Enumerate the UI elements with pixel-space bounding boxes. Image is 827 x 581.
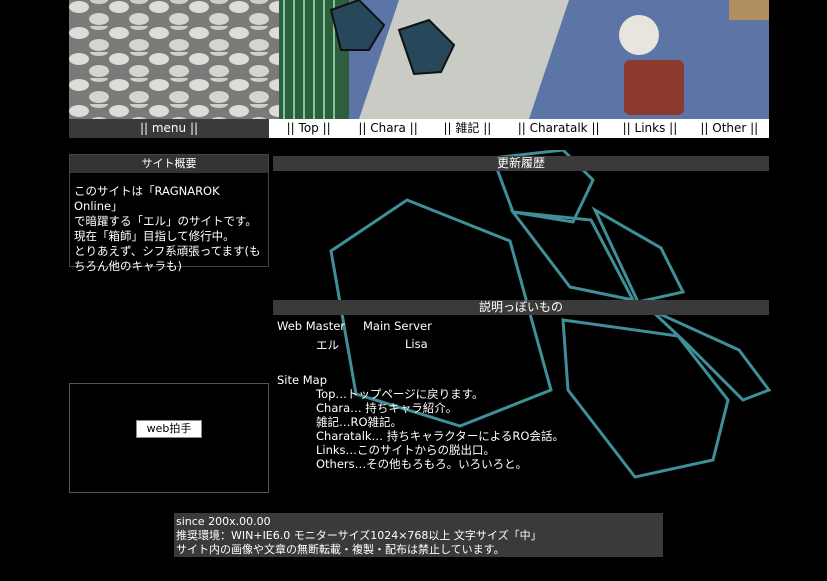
sitemap-list: Top…トップページに戻ります。 Chara… 持ちキャラ紹介。 雑記…RO雑記… xyxy=(316,387,564,471)
sitemap-label: Site Map xyxy=(277,373,328,387)
sitemap-item: 雑記…RO雑記。 xyxy=(316,415,403,429)
sitemap-item: Charatalk… 持ちキャラクターによるRO会話。 xyxy=(316,429,564,443)
update-history-heading: 更新履歴 xyxy=(273,156,769,171)
footer: since 200x.00.00 推奨環境：WIN+IE6.0 モニターサイズ1… xyxy=(174,513,663,557)
overview-line: ちろん他のキャラも) xyxy=(74,259,182,273)
nav-links-link[interactable]: || Links || xyxy=(610,119,689,138)
nav-other-link[interactable]: || Other || xyxy=(690,119,769,138)
main-server-label: Main Server xyxy=(363,319,432,333)
web-clap-button[interactable]: web拍手 xyxy=(136,420,202,438)
sitemap-item: Top…トップページに戻ります。 xyxy=(316,387,484,401)
site-overview-heading: サイト概要 xyxy=(70,155,268,173)
site-overview-text: このサイトは「RAGNAROK Online」 で暗躍する「エル」のサイトです。… xyxy=(70,173,268,274)
overview-line: このサイトは「RAGNAROK Online」 xyxy=(74,184,220,213)
header-banner xyxy=(69,0,769,119)
sitemap-item: Links…このサイトからの脱出口。 xyxy=(316,443,496,457)
nav-zakki-link[interactable]: || 雑記 || xyxy=(428,119,507,138)
nav-bar: || Top || || Chara || || 雑記 || || Charat… xyxy=(269,119,769,138)
explanation-heading: 説明っぽいもの xyxy=(273,300,769,315)
sitemap-item: Others…その他もろもろ。いろいろと。 xyxy=(316,457,528,471)
footer-since: since 200x.00.00 xyxy=(176,515,271,528)
webmaster-label: Web Master xyxy=(277,319,346,333)
footer-environment: 推奨環境：WIN+IE6.0 モニターサイズ1024×768以上 文字サイズ「中… xyxy=(176,529,542,542)
nav-charatalk-link[interactable]: || Charatalk || xyxy=(507,119,610,138)
banner-artwork xyxy=(69,0,769,119)
footer-copyright-notice: サイト内の画像や文章の無断転載・複製・配布は禁止しています。 xyxy=(176,543,505,556)
web-clap-box: web拍手 xyxy=(69,383,269,493)
site-overview-box: サイト概要 このサイトは「RAGNAROK Online」 で暗躍する「エル」の… xyxy=(69,154,269,273)
hexagon-decoration xyxy=(329,150,772,479)
overview-line: とりあえず、シフ系頑張ってます(も xyxy=(74,244,261,258)
overview-line: で暗躍する「エル」のサイトです。 xyxy=(74,214,257,228)
main-server-value: Lisa xyxy=(405,337,428,351)
sitemap-item: Chara… 持ちキャラ紹介。 xyxy=(316,401,458,415)
menu-label: || menu || xyxy=(69,119,269,138)
webmaster-value: エル xyxy=(316,338,339,352)
nav-top-link[interactable]: || Top || xyxy=(269,119,348,138)
overview-line: 現在「箱師」目指して修行中。 xyxy=(74,229,235,243)
nav-chara-link[interactable]: || Chara || xyxy=(348,119,427,138)
